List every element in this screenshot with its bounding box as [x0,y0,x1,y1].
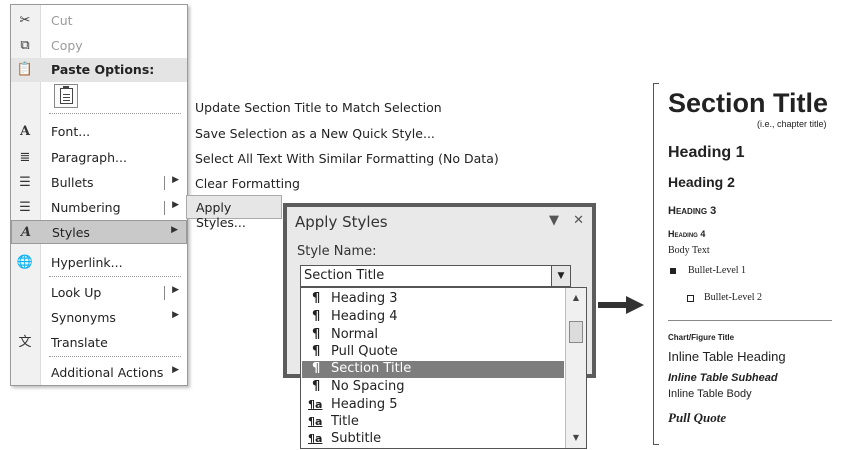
paragraph-style-icon: ¶ [312,291,321,306]
menu-item-translate[interactable]: 文 Translate [11,331,187,355]
paste-keep-text-only-button[interactable] [54,84,78,108]
list-item-selected[interactable]: ¶ Section Title [302,361,564,378]
pane-menu-icon[interactable]: ▼ [549,213,559,228]
translate-icon: 文 [18,335,32,350]
linked-style-icon: ¶a [308,398,323,411]
preview-bullet-level-1: Bullet-Level 1 [688,265,747,276]
menu-item-font[interactable]: A Font... [11,120,187,144]
hyperlink-icon: 🌐 [16,255,34,270]
clear-formatting-command[interactable]: Clear Formatting [195,176,300,191]
context-menu: ✂ Cut ⧉ Copy 📋 Paste Options: A Font... … [10,4,188,386]
preview-divider [668,320,832,321]
preview-inline-table-heading: Inline Table Heading [668,349,786,364]
submenu-arrow-icon[interactable]: ▶ [172,200,179,210]
submenu-arrow-icon: ▶ [172,365,179,375]
style-name-combobox[interactable]: Section Title ▼ [300,265,571,287]
paragraph-style-icon: ¶ [312,344,321,359]
preview-heading-1: Heading 1 [668,144,745,161]
select-similar-formatting-command[interactable]: Select All Text With Similar Formatting … [195,151,499,166]
preview-chart-title: Chart/Figure Title [668,333,735,342]
preview-heading-4: Heading 4 [668,229,706,239]
paragraph-icon: ≣ [19,150,31,165]
submenu-arrow-icon[interactable]: ▶ [172,285,179,295]
linked-style-icon: ¶a [308,432,323,445]
menu-item-bullets[interactable]: ☰ Bullets ▶ [11,171,187,195]
menu-item-synonyms[interactable]: Synonyms ▶ [11,306,187,330]
list-item[interactable]: ¶ Heading 3 [302,291,564,308]
style-name-input[interactable]: Section Title [304,268,384,283]
scroll-up-icon[interactable]: ▲ [566,290,586,306]
preview-bullet-level-2: Bullet-Level 2 [704,292,763,303]
scissors-icon: ✂ [19,13,31,28]
paragraph-style-icon: ¶ [312,361,321,376]
list-item[interactable]: ¶a Title [302,414,564,431]
menu-item-copy[interactable]: ⧉ Copy [11,34,187,58]
list-item[interactable]: ¶ No Spacing [302,379,564,396]
scroll-down-icon[interactable]: ▼ [566,430,586,446]
save-selection-quick-style-command[interactable]: Save Selection as a New Quick Style... [195,126,435,141]
bullets-icon: ☰ [19,175,31,190]
submenu-arrow-icon: ▶ [172,310,179,320]
menu-item-hyperlink[interactable]: 🌐 Hyperlink... [11,251,187,275]
paragraph-style-icon: ¶ [312,379,321,394]
list-item[interactable]: ¶a Heading 5 [302,397,564,414]
preview-inline-table-subhead: Inline Table Subhead [668,372,778,384]
close-icon[interactable]: ✕ [573,213,584,228]
style-list[interactable]: ¶ Heading 3 ¶ Heading 4 ¶ Normal ¶ Pull … [300,287,587,449]
preview-section-note: (i.e., chapter title) [757,119,827,129]
paragraph-style-icon: ¶ [312,327,321,342]
menu-item-cut[interactable]: ✂ Cut [11,9,187,33]
preview-bracket [653,83,659,445]
font-icon: A [19,124,31,139]
preview-heading-3: Heading 3 [668,205,717,217]
copy-icon: ⧉ [20,38,30,53]
clipboard-icon [60,86,73,104]
menu-item-numbering[interactable]: ☰ Numbering ▶ [11,196,187,220]
update-section-title-command[interactable]: Update Section Title to Match Selection [195,100,442,115]
list-item[interactable]: ¶a Subtitle [302,431,564,448]
paragraph-style-icon: ¶ [312,309,321,324]
pane-title: Apply Styles [295,213,388,231]
paste-icon: 📋 [16,62,34,77]
styles-icon: A [20,225,32,240]
preview-body-text: Body Text [668,245,710,256]
menu-separator [49,276,181,277]
preview-heading-2: Heading 2 [668,174,735,190]
hollow-square-bullet-icon [687,295,694,302]
preview-inline-table-body: Inline Table Body [668,388,752,400]
preview-section-title: Section Title [668,88,829,118]
style-name-label: Style Name: [297,244,377,259]
menu-item-styles[interactable]: A Styles ▶ [11,220,187,244]
menu-separator [49,356,181,357]
list-item[interactable]: ¶ Normal [302,327,564,344]
list-item[interactable]: ¶ Heading 4 [302,309,564,326]
list-item[interactable]: ¶ Pull Quote [302,344,564,361]
chevron-down-icon[interactable]: ▼ [551,266,570,286]
menu-heading-paste-options: 📋 Paste Options: [11,58,187,82]
preview-pull-quote: Pull Quote [668,410,727,425]
apply-styles-command[interactable]: Apply Styles... [186,195,282,230]
menu-item-look-up[interactable]: Look Up ▶ [11,281,187,305]
filled-square-bullet-icon [670,268,676,274]
menu-item-additional-actions[interactable]: Additional Actions ▶ [11,361,187,385]
arrow-right-icon [598,296,644,314]
submenu-arrow-icon: ▶ [171,225,178,235]
scroll-thumb[interactable] [569,321,583,343]
linked-style-icon: ¶a [308,415,323,428]
menu-item-paragraph[interactable]: ≣ Paragraph... [11,146,187,170]
numbering-icon: ☰ [19,200,31,215]
menu-separator [49,113,181,114]
submenu-arrow-icon[interactable]: ▶ [172,175,179,185]
style-list-scrollbar[interactable]: ▲ ▼ [565,288,586,448]
